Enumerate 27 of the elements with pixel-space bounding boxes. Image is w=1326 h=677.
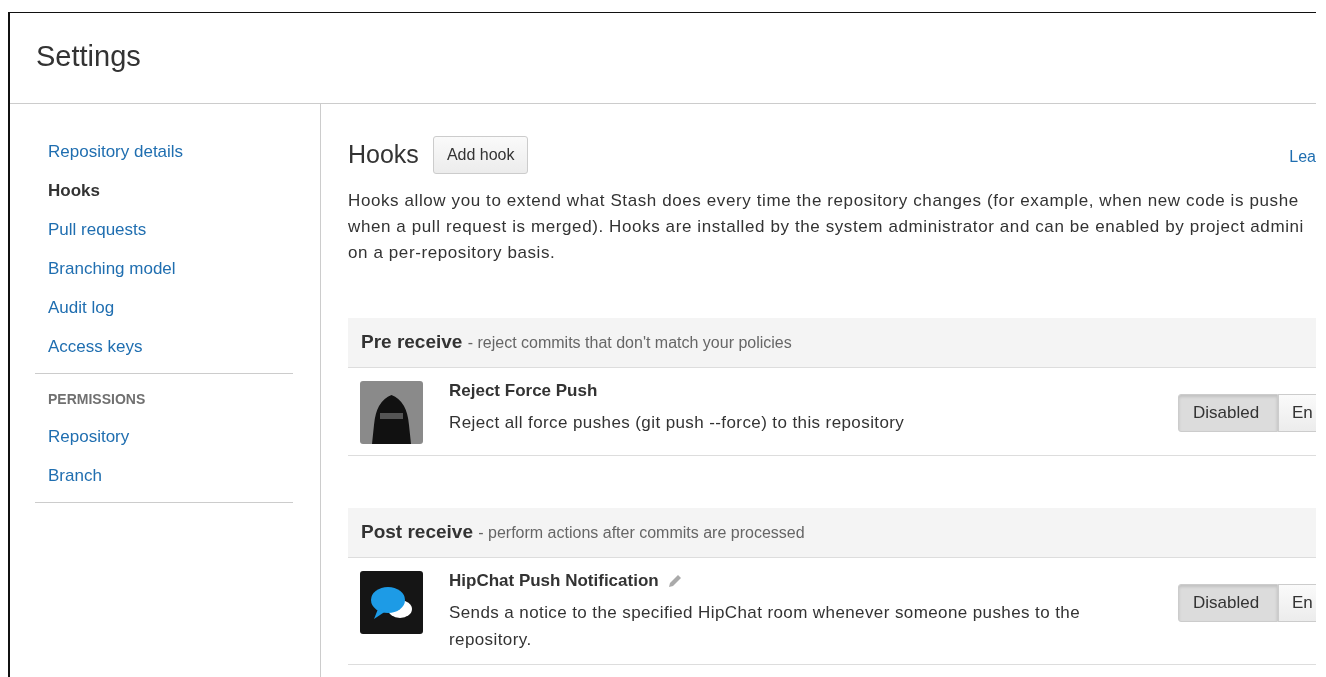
pencil-icon[interactable] [666,573,683,589]
page-title: Settings [36,40,141,73]
sidebar-item[interactable]: Pull requests [48,210,320,249]
avatar-icon [360,381,423,444]
sidebar-item[interactable]: Branching model [48,249,320,288]
hook-name: HipChat Push Notification [449,571,659,591]
help-link[interactable]: Lea [1289,148,1316,166]
hook-description: Sends a notice to the specified HipChat room whenever someone pushes to the repository. [449,602,1082,651]
add-hook-button[interactable]: Add hook [432,136,529,174]
toggle-button[interactable]: Disabled [1178,584,1278,622]
chat-bubble-icon [360,571,423,634]
section-header-text: Post receive - perform actions after commits are processed [361,521,805,544]
sidebar-item[interactable]: Branch [48,456,320,495]
sidebar-heading: PERMISSIONS [47,390,147,409]
sidebar-item[interactable]: Repository [48,417,320,456]
sidebar-item[interactable]: Access keys [48,327,320,366]
sidebar-item[interactable]: Audit log [48,288,320,327]
toggle-button[interactable]: En [1278,394,1316,432]
section-title: Hooks [348,139,419,169]
sidebar-item[interactable]: Hooks [48,171,320,210]
sidebar-item[interactable]: Repository details [48,132,320,171]
hook-description: Reject all force pushes (git push --force) to this repository [449,412,906,434]
description-text: Hooks allow you to extend what Stash does every time the repository changes (for example, when new code is pushe when a pull request is merged). Hooks are installed by the system administrator and can be enabled by project admini on a per-repository basis. [348,190,1305,264]
toggle-button[interactable]: Disabled [1178,394,1278,432]
toggle-button[interactable]: En [1278,584,1316,622]
section-header-text: Pre receive - reject commits that don't match your policies [361,331,792,354]
hook-name: Reject Force Push [449,381,598,401]
